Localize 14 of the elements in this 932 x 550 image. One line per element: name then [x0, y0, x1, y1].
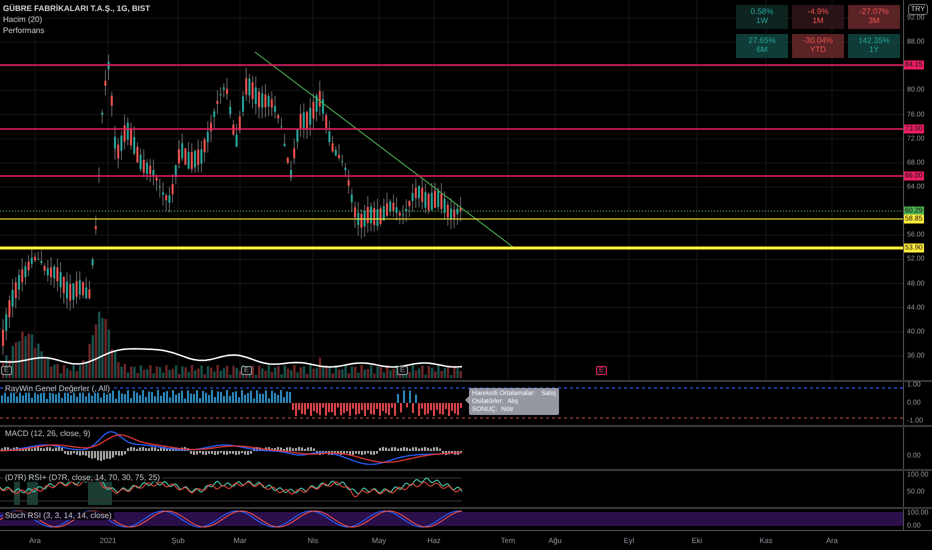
performance-cell: -27.07% 3M: [848, 5, 900, 29]
study-label: Performans: [3, 26, 46, 35]
indicator-title: RayWin Genel Değerler (, All): [3, 384, 112, 393]
symbol-title: GÜBRE FABRİKALARI T.A.Ş., 1G, BIST: [3, 4, 150, 13]
performance-cell: 142.35% 1Y: [848, 34, 900, 58]
performance-cell: 0.58% 1W: [736, 5, 788, 29]
performance-cell: 27.65% 6M: [736, 34, 788, 58]
performance-cell: -4.9% 1M: [792, 5, 844, 29]
indicator-title: MACD (12, 26, close, 9): [3, 429, 92, 438]
study-label: Hacim (20): [3, 15, 44, 24]
indicator-title: Stoch RSI (3, 3, 14, 14, close): [3, 511, 114, 520]
indicator-title: (D7R) RSI+ (D7R, close, 14, 70, 30, 75, 25): [3, 473, 162, 482]
trend-line[interactable]: [254, 52, 514, 248]
performance-cell: -30.04% YTD: [792, 34, 844, 58]
